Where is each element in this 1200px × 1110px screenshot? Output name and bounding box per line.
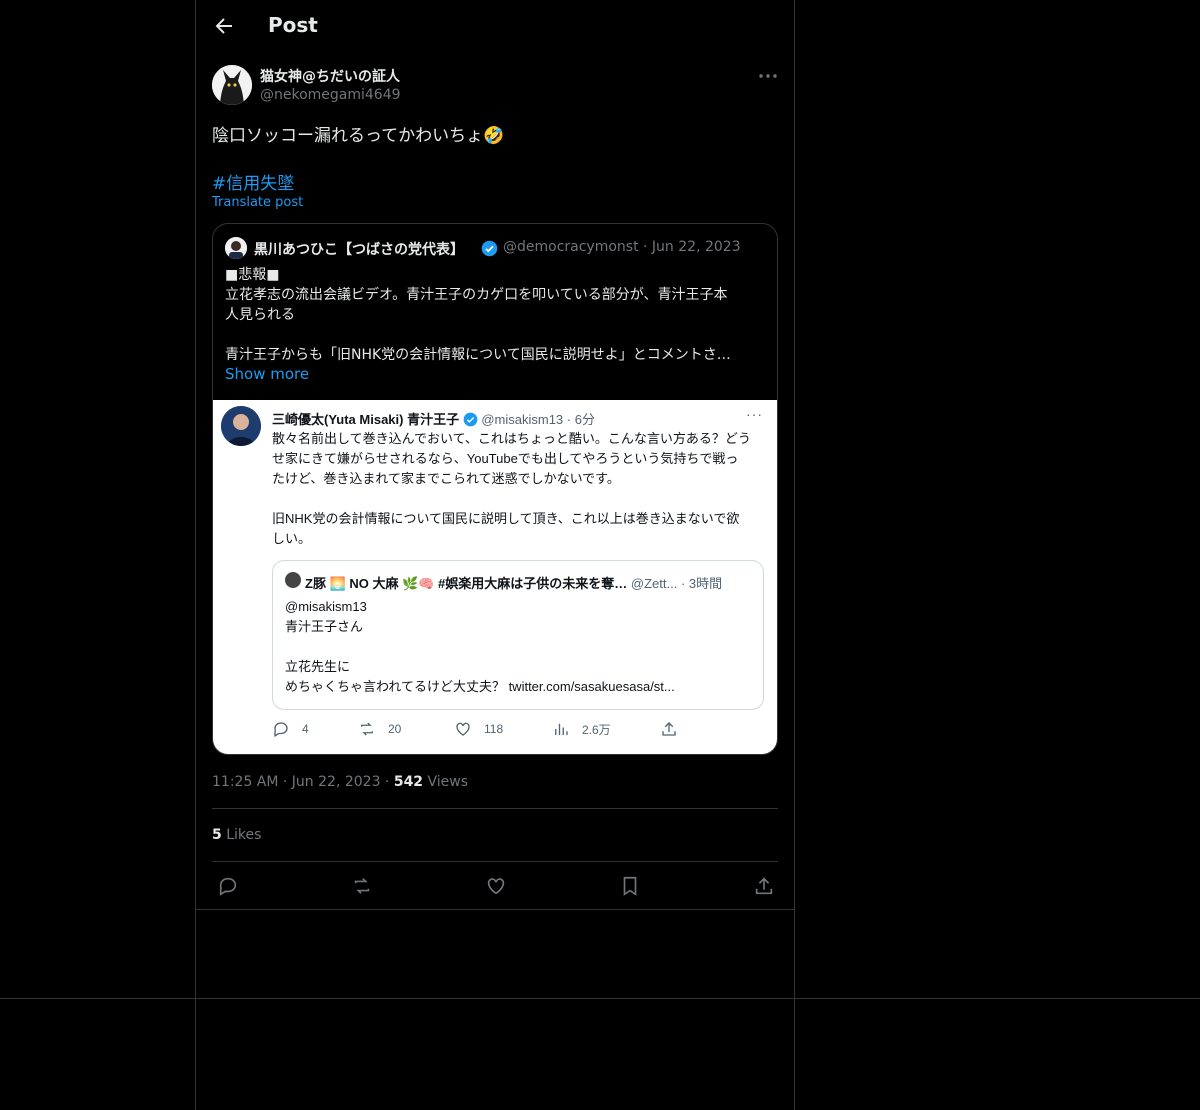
- quote-author-name: 黒川あつひこ【つばさの党代表】: [254, 242, 464, 258]
- nested-line: 青汁王子さん: [285, 619, 364, 634]
- divider: [212, 861, 778, 862]
- image-reply-count: 4: [302, 722, 309, 736]
- bookmark-icon[interactable]: [619, 875, 641, 897]
- nested-header: Z豚 🌅 NO 大麻 🌿🧠 #娯楽用大麻は子供の未来を奪… @Zett... ·…: [305, 573, 722, 592]
- image-line: 散々名前出して巻き込んでおいて、これはちょっと酷い。こんな言い方ある？どう: [272, 431, 751, 446]
- avatar[interactable]: [212, 65, 252, 105]
- image-view-count: 2.6万: [582, 722, 611, 737]
- quote-meta: @democracymonst · Jun 22, 2023: [503, 239, 741, 255]
- nested-text: @misakism13 青汁王子さん 立花先生に めちゃくちゃ言われてるけど大丈…: [285, 597, 755, 697]
- post-bottom-border: [195, 909, 795, 910]
- image-action-bar: 4 20 118 2.6万: [272, 720, 732, 742]
- quote-line: 立花孝志の流出会議ビデオ。青汁王子のカゲ口を叩いている部分が、青汁王子本: [225, 287, 728, 303]
- quote-line: 青汁王子からも「旧NHK党の会計情報について国民に説明せよ」とコメントさ…: [225, 347, 731, 363]
- reply-icon: [272, 720, 290, 738]
- post-timestamp: 11:25 AM · Jun 22, 2023 · 542 Views: [212, 774, 468, 790]
- quoted-post[interactable]: 黒川あつひこ【つばさの党代表】 @democracymonst · Jun 22…: [212, 223, 778, 755]
- quote-line: ■悲報■: [225, 267, 280, 283]
- image-repost: 20: [358, 720, 401, 738]
- image-reply: 4: [272, 720, 309, 738]
- show-more-link[interactable]: Show more: [225, 365, 309, 383]
- page-title: Post: [268, 13, 318, 37]
- quote-avatar: [225, 237, 247, 259]
- image-line: [272, 489, 767, 509]
- nested-line: @misakism13: [285, 599, 367, 614]
- views-count: 542: [393, 774, 424, 790]
- quote-line: [225, 325, 767, 345]
- image-line: せ家にきて嫌がらせされるなら、YouTubeでも出してやろうという気持ちで戦っ: [272, 451, 739, 466]
- timestamp-text[interactable]: 11:25 AM · Jun 22, 2023 ·: [212, 774, 394, 790]
- image-text: 散々名前出して巻き込んでおいて、これはちょっと酷い。こんな言い方ある？どう せ家…: [272, 429, 767, 549]
- reply-icon[interactable]: [217, 875, 239, 897]
- share-icon[interactable]: [753, 875, 775, 897]
- verified-icon: [463, 412, 478, 427]
- image-more-icon: ···: [746, 406, 763, 422]
- nested-line: 立花先生に: [285, 659, 351, 674]
- repost-icon: [358, 720, 376, 738]
- likes-label: Likes: [221, 827, 262, 843]
- nested-avatar: [285, 572, 301, 588]
- image-line: しい。: [272, 531, 312, 546]
- nested-line: めちゃくちゃ言われてるけど大丈夫？ twitter.com/sasakuesas…: [285, 679, 675, 694]
- image-author-meta: @misakism13 · 6分: [481, 412, 595, 427]
- share-icon: [660, 720, 678, 738]
- hashtag-link[interactable]: #信用失墜: [212, 169, 294, 194]
- image-like-count: 118: [484, 722, 504, 736]
- nested-quote: Z豚 🌅 NO 大麻 🌿🧠 #娯楽用大麻は子供の未来を奪… @Zett... ·…: [272, 560, 764, 710]
- author-handle[interactable]: @nekomegami4649: [260, 87, 401, 103]
- translate-link[interactable]: Translate post: [212, 195, 303, 210]
- author-name[interactable]: 猫女神@ちだいの証人: [260, 66, 400, 86]
- image-avatar: [221, 406, 261, 446]
- image-line: たけど、巻き込まれて家までこられて迷惑でしかないです。: [272, 471, 620, 486]
- verified-icon: [481, 240, 498, 257]
- quote-line: 人見られる: [225, 307, 295, 323]
- likes-summary[interactable]: 5 Likes: [212, 827, 261, 843]
- image-like: 118: [454, 720, 503, 738]
- image-repost-count: 20: [388, 722, 402, 736]
- image-line: 旧NHK党の会計情報について国民に説明して頂き、これ以上は巻き込まないで欲: [272, 511, 740, 526]
- views-icon: [552, 720, 570, 738]
- nested-meta: @Zett... · 3時間: [627, 576, 723, 591]
- header: Post: [196, 0, 794, 53]
- image-author: 三崎優太(Yuta Misaki) 青汁王子 @misakism13 · 6分: [272, 409, 595, 428]
- repost-icon[interactable]: [351, 875, 373, 897]
- like-icon: [454, 720, 472, 738]
- post-text: 陰口ソッコー漏れるってかわいちょ🤣: [212, 126, 505, 146]
- image-author-name: 三崎優太(Yuta Misaki) 青汁王子: [272, 412, 460, 427]
- quote-image[interactable]: 三崎優太(Yuta Misaki) 青汁王子 @misakism13 · 6分 …: [213, 400, 777, 754]
- page-divider: [0, 998, 1200, 999]
- nested-line: [285, 637, 755, 657]
- views-label: Views: [423, 774, 469, 790]
- post-column: Post 猫女神@ちだいの証人 @nekomegami4649 陰口ソッコー漏れ…: [195, 0, 795, 1110]
- likes-count: 5: [212, 827, 222, 843]
- quote-text: ■悲報■ 立花孝志の流出会議ビデオ。青汁王子のカゲ口を叩いている部分が、青汁王子…: [225, 265, 767, 365]
- back-arrow-icon[interactable]: [212, 14, 236, 38]
- image-views: 2.6万: [552, 720, 611, 738]
- divider: [212, 808, 778, 809]
- like-icon[interactable]: [485, 875, 507, 897]
- more-icon[interactable]: [758, 68, 778, 84]
- nested-author: Z豚 🌅 NO 大麻 🌿🧠 #娯楽用大麻は子供の未来を奪…: [305, 576, 628, 591]
